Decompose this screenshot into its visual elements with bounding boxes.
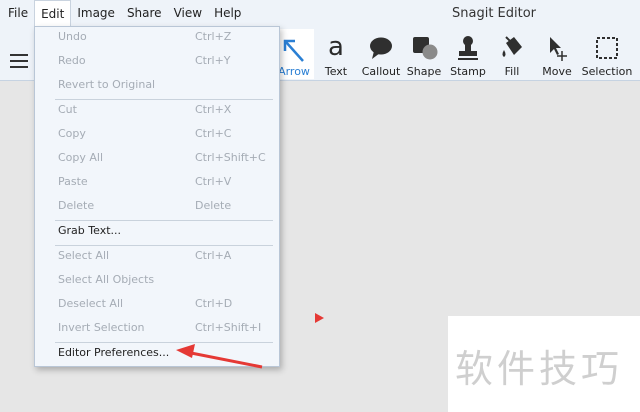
red-annotation-arrow-icon bbox=[176, 344, 263, 369]
